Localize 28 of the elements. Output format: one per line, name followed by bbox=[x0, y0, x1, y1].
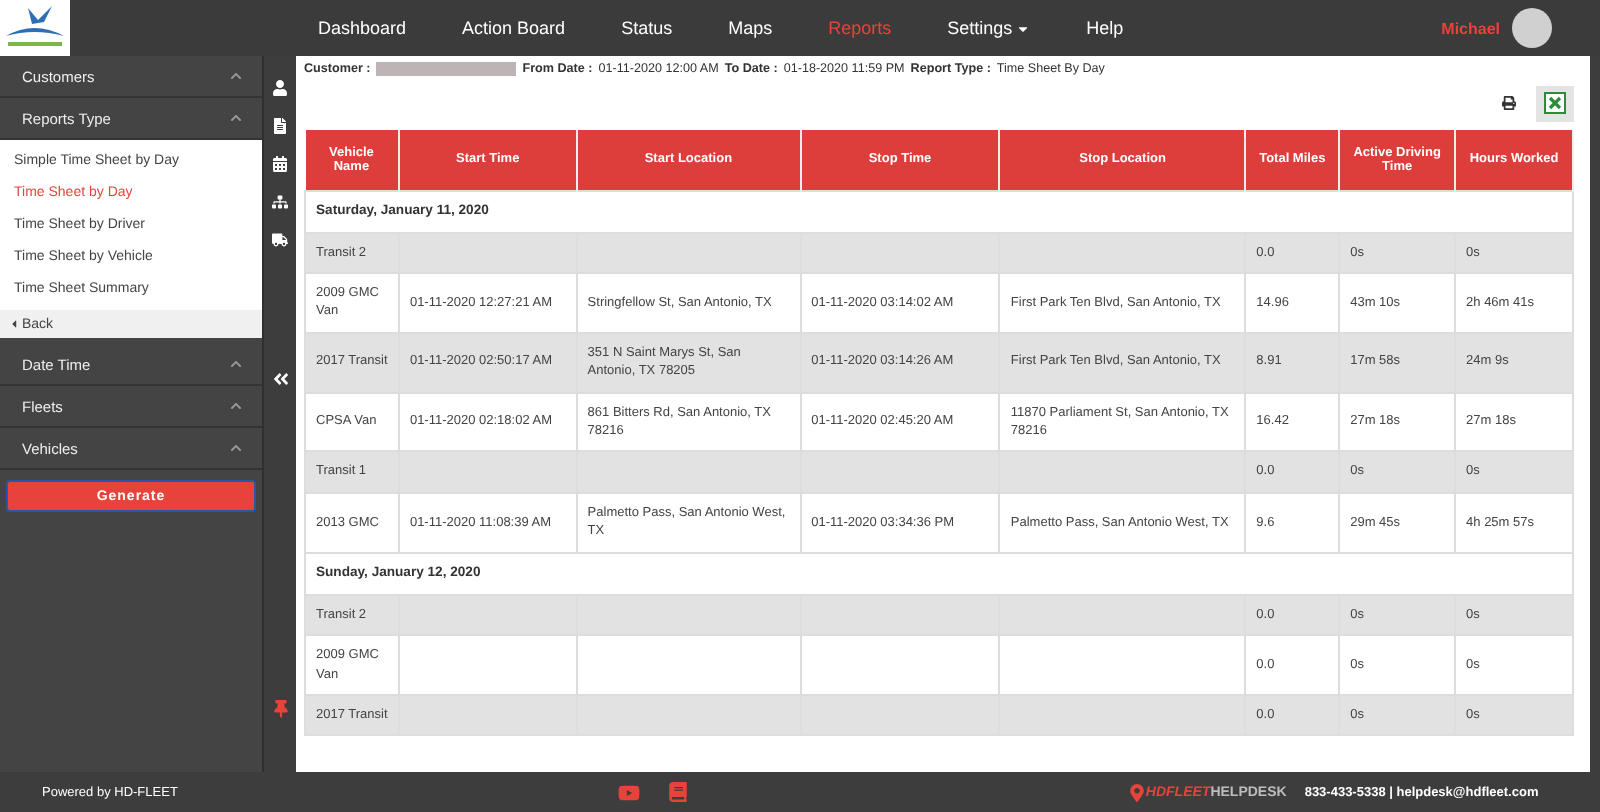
chevron-up-icon[interactable] bbox=[230, 400, 242, 412]
hierarchy-icon[interactable] bbox=[272, 194, 288, 210]
video-icon[interactable] bbox=[617, 781, 640, 803]
user-icon[interactable] bbox=[272, 80, 288, 96]
print-icon[interactable] bbox=[1502, 96, 1516, 110]
caret-icon[interactable] bbox=[8, 318, 20, 330]
collapse-icon[interactable] bbox=[271, 370, 289, 388]
avatar-icon[interactable] bbox=[1512, 8, 1552, 48]
nav-link[interactable]: Settings bbox=[921, 18, 1061, 38]
book-icon[interactable] bbox=[667, 782, 688, 802]
chevron-up-icon[interactable] bbox=[230, 70, 242, 82]
pin-icon bbox=[1127, 783, 1146, 801]
chevron-up-icon[interactable] bbox=[230, 358, 242, 370]
logo bbox=[0, 0, 70, 56]
nav-link[interactable]: Action Board bbox=[436, 18, 596, 38]
chevron-up-icon[interactable] bbox=[230, 442, 242, 454]
caret-icon[interactable] bbox=[1016, 21, 1031, 35]
calendar-icon[interactable] bbox=[272, 156, 288, 172]
pin-icon[interactable] bbox=[271, 700, 289, 718]
nav-link[interactable]: Maps bbox=[702, 18, 803, 38]
truck-icon[interactable] bbox=[272, 232, 288, 248]
excel-export-button[interactable] bbox=[1536, 85, 1574, 121]
spreadsheet-icon[interactable] bbox=[1544, 92, 1566, 114]
nav-link[interactable]: Dashboard bbox=[292, 18, 437, 38]
chevron-up-icon[interactable] bbox=[230, 112, 242, 124]
nav-link[interactable]: Status bbox=[595, 18, 703, 38]
nav-link[interactable]: Help bbox=[1060, 18, 1154, 38]
document-icon[interactable] bbox=[272, 118, 288, 134]
